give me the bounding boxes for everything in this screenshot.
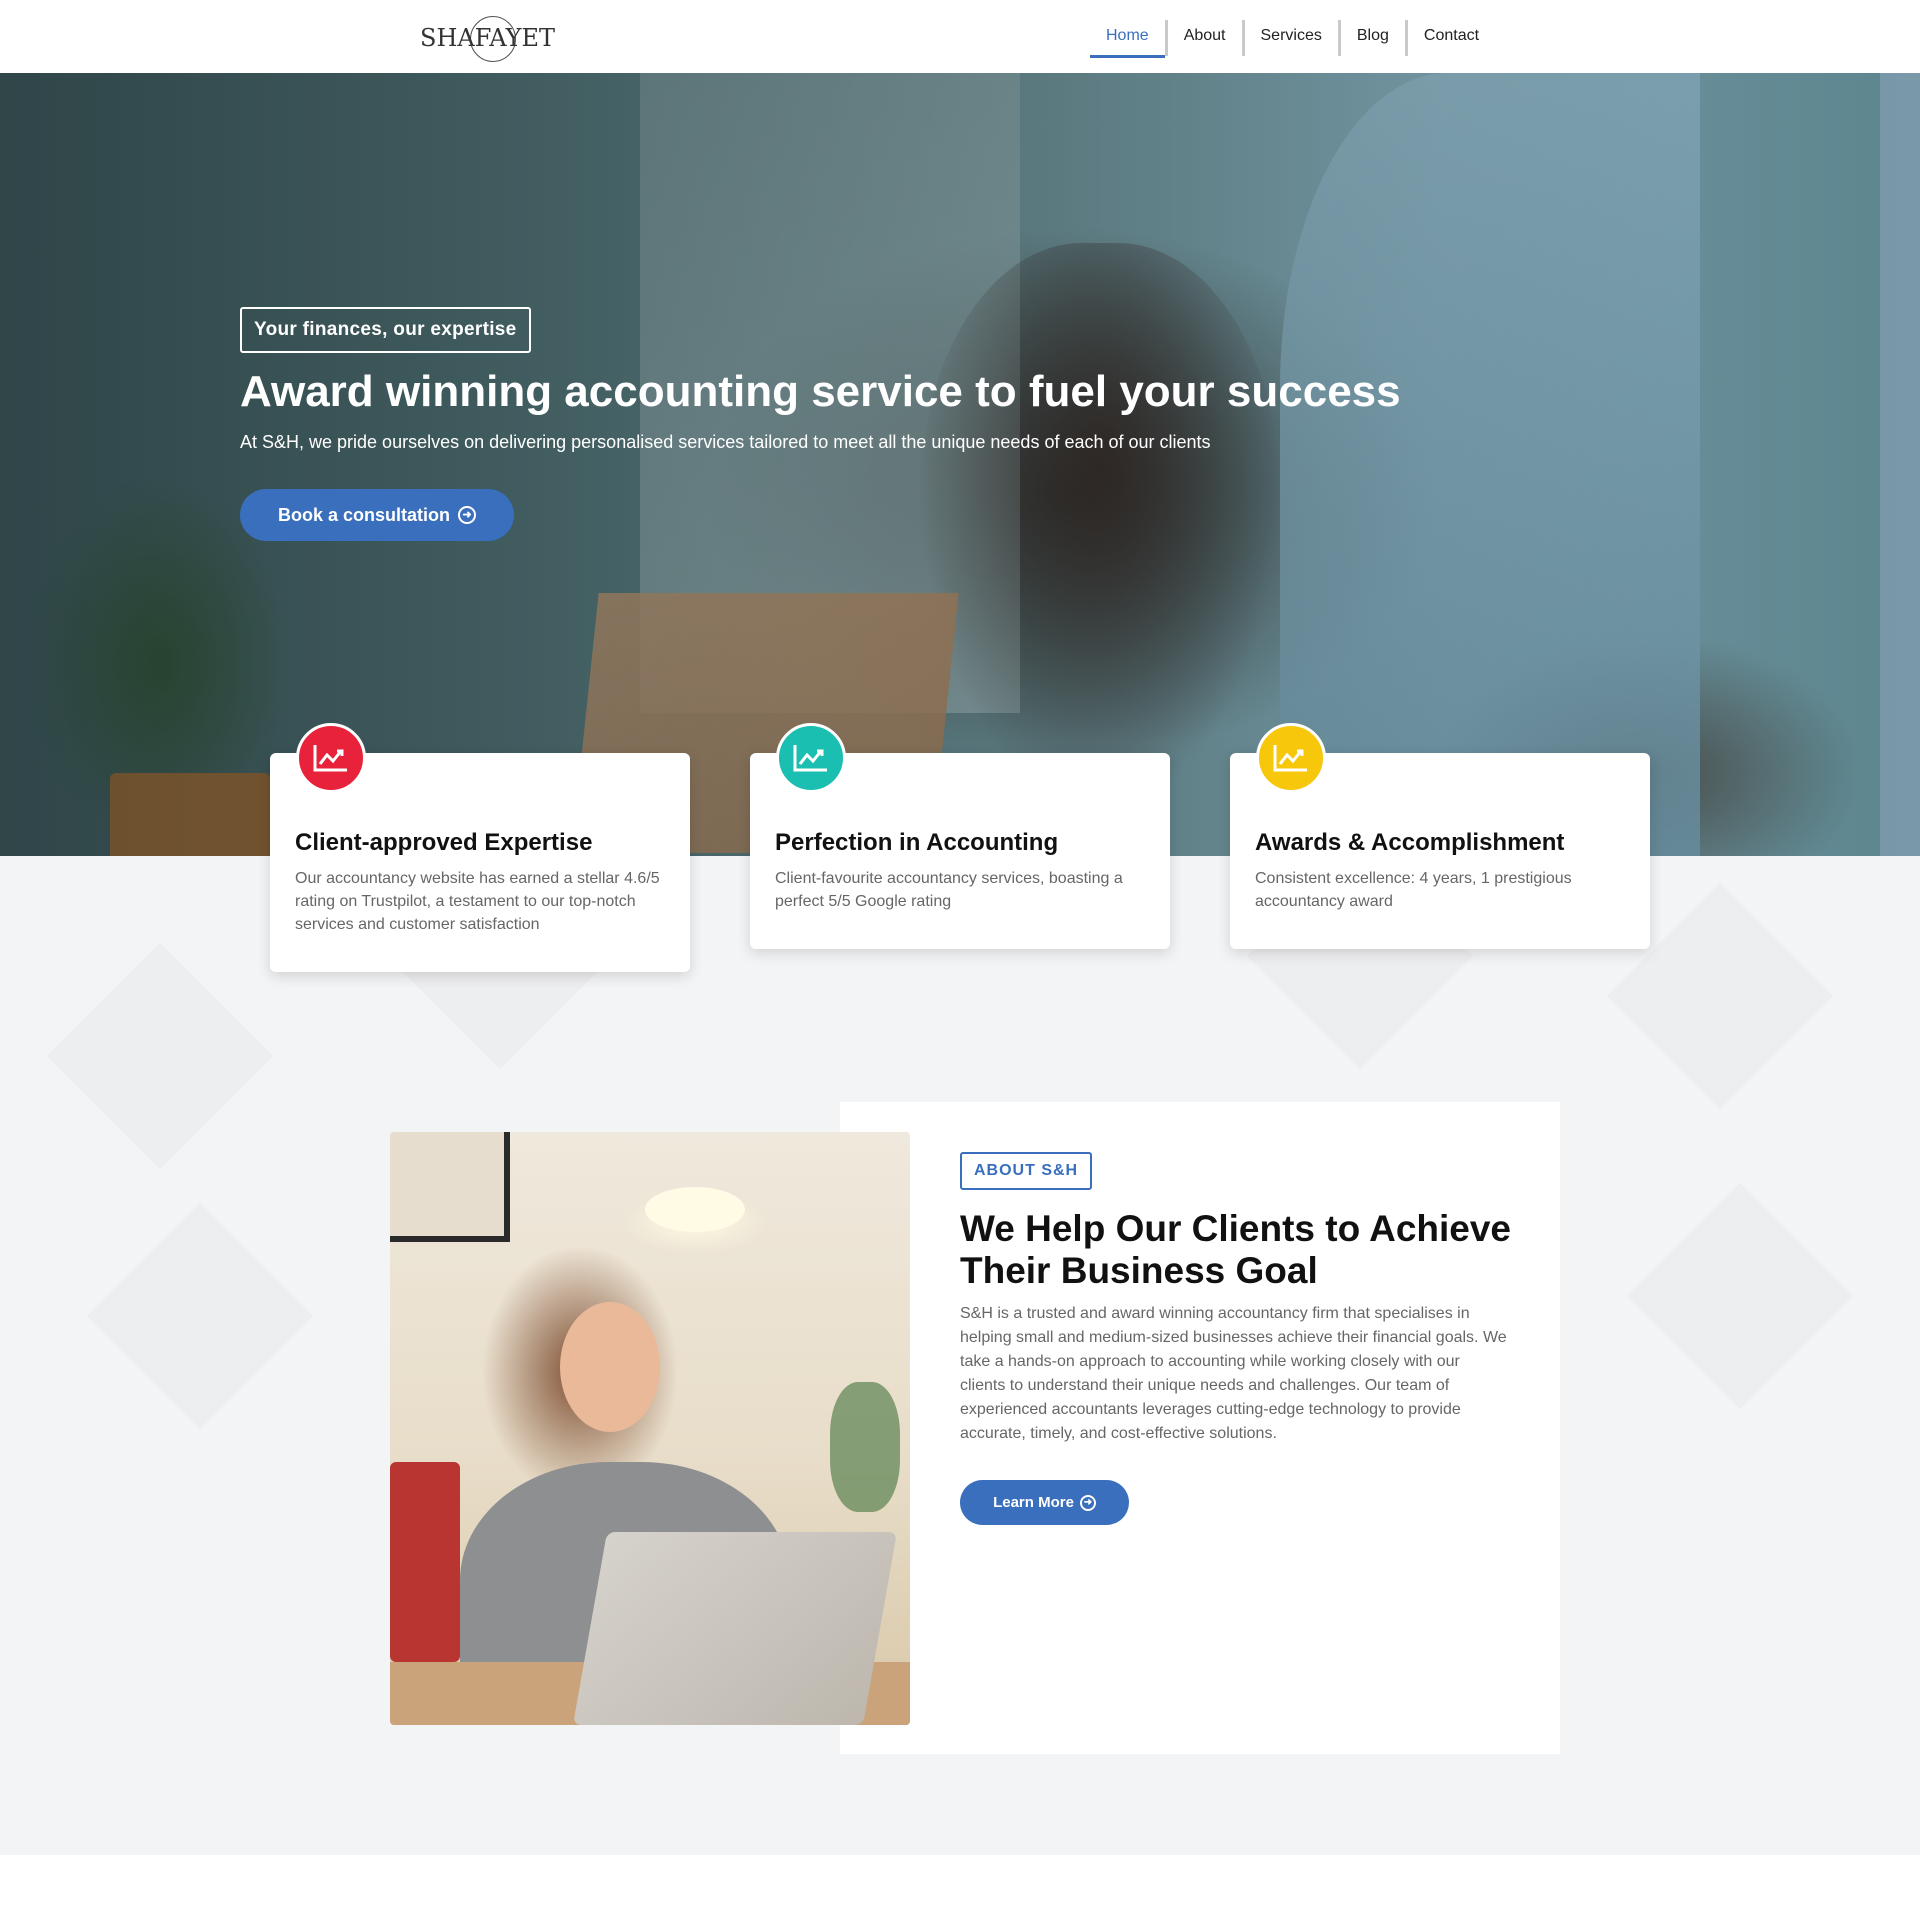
chart-icon	[1256, 723, 1326, 793]
hero-tagline-badge: Your finances, our expertise	[240, 307, 531, 353]
hero-section: Your finances, our expertise Award winni…	[0, 73, 1920, 856]
about-badge: ABOUT S&H	[960, 1152, 1093, 1190]
nav-home[interactable]: Home	[1090, 18, 1165, 58]
bg-diamond	[86, 1202, 314, 1430]
main-nav: Home About Services Blog Contact	[1090, 18, 1495, 58]
wall-frame	[390, 1132, 510, 1242]
site-header: SHAFAYET Home About Services Blog Contac…	[0, 0, 1920, 73]
chart-icon	[296, 723, 366, 793]
logo-text: SHAFAYET	[420, 24, 555, 52]
about-text: S&H is a trusted and award winning accou…	[960, 1305, 1507, 1442]
hero-overlay	[0, 73, 1920, 856]
feature-text: Consistent excellence: 4 years, 1 presti…	[1255, 870, 1572, 910]
feature-title: Awards & Accomplishment	[1255, 829, 1565, 856]
nav-services[interactable]: Services	[1245, 18, 1338, 58]
hero-title: Award winning accounting service to fuel…	[240, 367, 1401, 416]
footer-strip	[0, 1855, 1920, 1920]
about-image	[390, 1132, 910, 1725]
laptop	[572, 1532, 898, 1725]
book-consultation-button[interactable]: Book a consultation ➜	[240, 489, 514, 541]
bg-diamond	[46, 942, 274, 1170]
red-chair	[390, 1462, 460, 1662]
hero-subtitle: At S&H, we pride ourselves on delivering…	[240, 432, 1211, 452]
nav-contact[interactable]: Contact	[1408, 18, 1495, 58]
arrow-right-circle-icon: ➜	[458, 506, 476, 524]
site-logo[interactable]: SHAFAYET	[420, 10, 555, 64]
chart-icon	[776, 723, 846, 793]
nav-about[interactable]: About	[1168, 18, 1242, 58]
plant	[830, 1382, 900, 1512]
book-consultation-label: Book a consultation	[277, 504, 450, 525]
feature-card: Client-approved Expertise Our accountanc…	[270, 723, 690, 972]
learn-more-button[interactable]: Learn More ➜	[960, 1480, 1129, 1525]
feature-card: Awards & Accomplishment Consistent excel…	[1230, 723, 1650, 949]
about-title: We Help Our Clients to Achieve Their Bus…	[960, 1208, 1512, 1291]
feature-text: Our accountancy website has earned a ste…	[295, 870, 660, 933]
bg-diamond	[1626, 1182, 1854, 1410]
learn-more-label: Learn More	[993, 1494, 1074, 1511]
nav-blog[interactable]: Blog	[1341, 18, 1405, 58]
feature-title: Perfection in Accounting	[775, 829, 1059, 856]
feature-title: Client-approved Expertise	[295, 829, 593, 856]
feature-text: Client-favourite accountancy services, b…	[775, 870, 1123, 910]
feature-card: Perfection in Accounting Client-favourit…	[750, 723, 1170, 949]
arrow-right-circle-icon: ➜	[1079, 1494, 1096, 1511]
lamp	[645, 1187, 745, 1232]
woman-face	[560, 1302, 660, 1432]
